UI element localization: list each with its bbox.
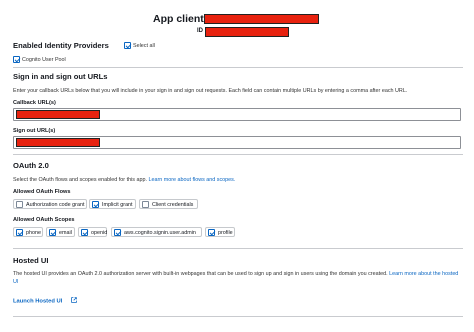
scope-email-checkbox[interactable] bbox=[49, 229, 56, 236]
oauth-description-text: Select the OAuth flows and scopes enable… bbox=[13, 177, 147, 183]
app-client-id-label: ID bbox=[197, 28, 203, 34]
scope-phone-checkbox[interactable] bbox=[16, 229, 23, 236]
flow-implicit-grant-label: Implicit grant bbox=[102, 201, 133, 208]
callback-url-label: Callback URL(s) bbox=[13, 100, 56, 106]
launch-hosted-ui-link[interactable]: Launch Hosted UI bbox=[13, 297, 77, 305]
launch-hosted-ui-label: Launch Hosted UI bbox=[13, 298, 63, 305]
scope-openid-checkbox[interactable] bbox=[81, 229, 88, 236]
scope-profile-label: profile bbox=[218, 229, 233, 236]
signout-url-input[interactable] bbox=[13, 136, 461, 149]
divider bbox=[13, 67, 463, 68]
callback-url-redaction bbox=[16, 110, 100, 119]
scope-email-label: email bbox=[59, 229, 72, 236]
oauth-heading: OAuth 2.0 bbox=[13, 161, 49, 170]
hosted-ui-heading: Hosted UI bbox=[13, 256, 49, 265]
signout-url-label: Sign out URL(s) bbox=[13, 128, 56, 134]
divider bbox=[13, 316, 463, 317]
app-client-name-redaction bbox=[204, 14, 319, 24]
sign-urls-heading: Sign in and sign out URLs bbox=[13, 72, 108, 81]
app-client-id-redaction bbox=[205, 27, 289, 37]
flow-client-credentials[interactable]: Client credentials bbox=[139, 199, 198, 209]
signout-url-redaction bbox=[16, 138, 100, 147]
scope-cognito-admin-label: aws.cognito.signin.user.admin bbox=[124, 229, 196, 236]
allowed-flows-label: Allowed OAuth Flows bbox=[13, 189, 71, 195]
select-all-checkbox[interactable] bbox=[124, 42, 131, 49]
divider bbox=[13, 248, 463, 249]
cognito-user-pool-checkbox[interactable] bbox=[13, 56, 20, 63]
select-all-label: Select all bbox=[133, 42, 155, 49]
cognito-user-pool-label: Cognito User Pool bbox=[22, 56, 66, 63]
allowed-scopes-label: Allowed OAuth Scopes bbox=[13, 217, 75, 223]
flow-authorization-code-checkbox[interactable] bbox=[16, 201, 23, 208]
scope-email[interactable]: email bbox=[46, 227, 75, 237]
identity-providers-heading: Enabled Identity Providers bbox=[13, 41, 109, 50]
oauth-description: Select the OAuth flows and scopes enable… bbox=[13, 177, 235, 183]
flow-client-credentials-label: Client credentials bbox=[152, 201, 194, 208]
external-link-icon bbox=[71, 297, 77, 305]
divider bbox=[13, 154, 463, 155]
callback-url-input[interactable] bbox=[13, 108, 461, 121]
flow-client-credentials-checkbox[interactable] bbox=[142, 201, 149, 208]
scope-phone[interactable]: phone bbox=[13, 227, 43, 237]
hosted-ui-learn-more-link[interactable]: Learn more about the bbox=[389, 271, 441, 277]
scope-cognito-admin[interactable]: aws.cognito.signin.user.admin bbox=[111, 227, 202, 237]
scope-phone-label: phone bbox=[26, 229, 41, 236]
app-client-title: App client bbox=[153, 13, 204, 25]
flow-implicit-grant-checkbox[interactable] bbox=[92, 201, 99, 208]
scope-profile[interactable]: profile bbox=[205, 227, 235, 237]
sign-urls-description: Enter your callback URLs below that you … bbox=[13, 88, 408, 94]
scope-profile-checkbox[interactable] bbox=[208, 229, 215, 236]
flow-authorization-code-label: Authorization code grant bbox=[26, 201, 85, 208]
hosted-ui-description-text: The hosted UI provides an OAuth 2.0 auth… bbox=[13, 271, 388, 277]
flow-implicit-grant[interactable]: Implicit grant bbox=[89, 199, 136, 209]
scope-openid-label: openid bbox=[91, 229, 108, 236]
scope-cognito-admin-checkbox[interactable] bbox=[114, 229, 121, 236]
scope-openid[interactable]: openid bbox=[78, 227, 107, 237]
flow-authorization-code[interactable]: Authorization code grant bbox=[13, 199, 87, 209]
hosted-ui-description: The hosted UI provides an OAuth 2.0 auth… bbox=[13, 271, 461, 286]
oauth-learn-more-link[interactable]: Learn more about flows and scopes. bbox=[148, 177, 235, 183]
